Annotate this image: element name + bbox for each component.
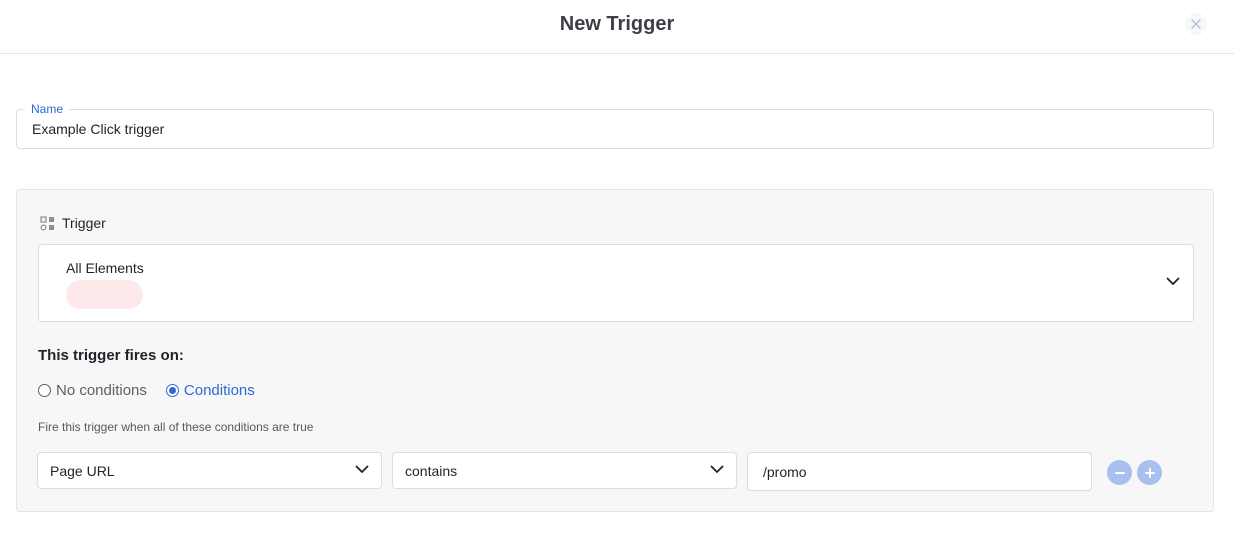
remove-condition-button[interactable] [1107, 460, 1132, 485]
dialog-header: New Trigger [0, 0, 1234, 54]
trigger-tag-pill [66, 280, 143, 309]
plus-icon [1144, 467, 1155, 478]
dialog-title: New Trigger [559, 13, 675, 35]
radio-no-conditions[interactable]: No conditions [38, 382, 147, 399]
trigger-type-icon [40, 215, 54, 231]
fires-on-options: No conditions Conditions [38, 382, 274, 399]
radio-conditions[interactable]: Conditions [165, 382, 255, 399]
conditions-hint: Fire this trigger when all of these cond… [38, 420, 314, 434]
close-icon [1191, 19, 1201, 29]
condition-operator-select[interactable]: contains [392, 452, 737, 489]
radio-no-conditions-label: No conditions [56, 382, 147, 399]
chevron-down-icon [710, 465, 724, 473]
chevron-down-icon [355, 465, 369, 473]
chevron-down-icon [1166, 277, 1180, 285]
trigger-section-title: Trigger [62, 215, 106, 231]
name-label: Name [25, 102, 70, 116]
trigger-type-select[interactable]: All Elements [38, 244, 1194, 322]
minus-icon [1114, 471, 1125, 474]
name-field[interactable]: Name [16, 102, 1214, 149]
name-input[interactable] [32, 121, 1192, 137]
trigger-type-value: All Elements [66, 260, 144, 276]
add-condition-button[interactable] [1137, 460, 1162, 485]
fires-on-heading: This trigger fires on: [38, 347, 184, 364]
radio-no-conditions-circle [38, 384, 51, 397]
condition-variable-select[interactable]: Page URL [37, 452, 382, 489]
radio-conditions-circle [165, 384, 179, 397]
radio-conditions-label: Conditions [183, 382, 255, 399]
condition-operator-value: contains [405, 463, 458, 479]
condition-variable-value: Page URL [50, 463, 115, 479]
trigger-section-header: Trigger [40, 215, 106, 231]
condition-value-input[interactable] [763, 464, 1073, 480]
close-button[interactable] [1185, 13, 1207, 35]
trigger-panel: Trigger All Elements This trigger fires … [16, 189, 1214, 512]
condition-value-field[interactable] [747, 452, 1092, 491]
